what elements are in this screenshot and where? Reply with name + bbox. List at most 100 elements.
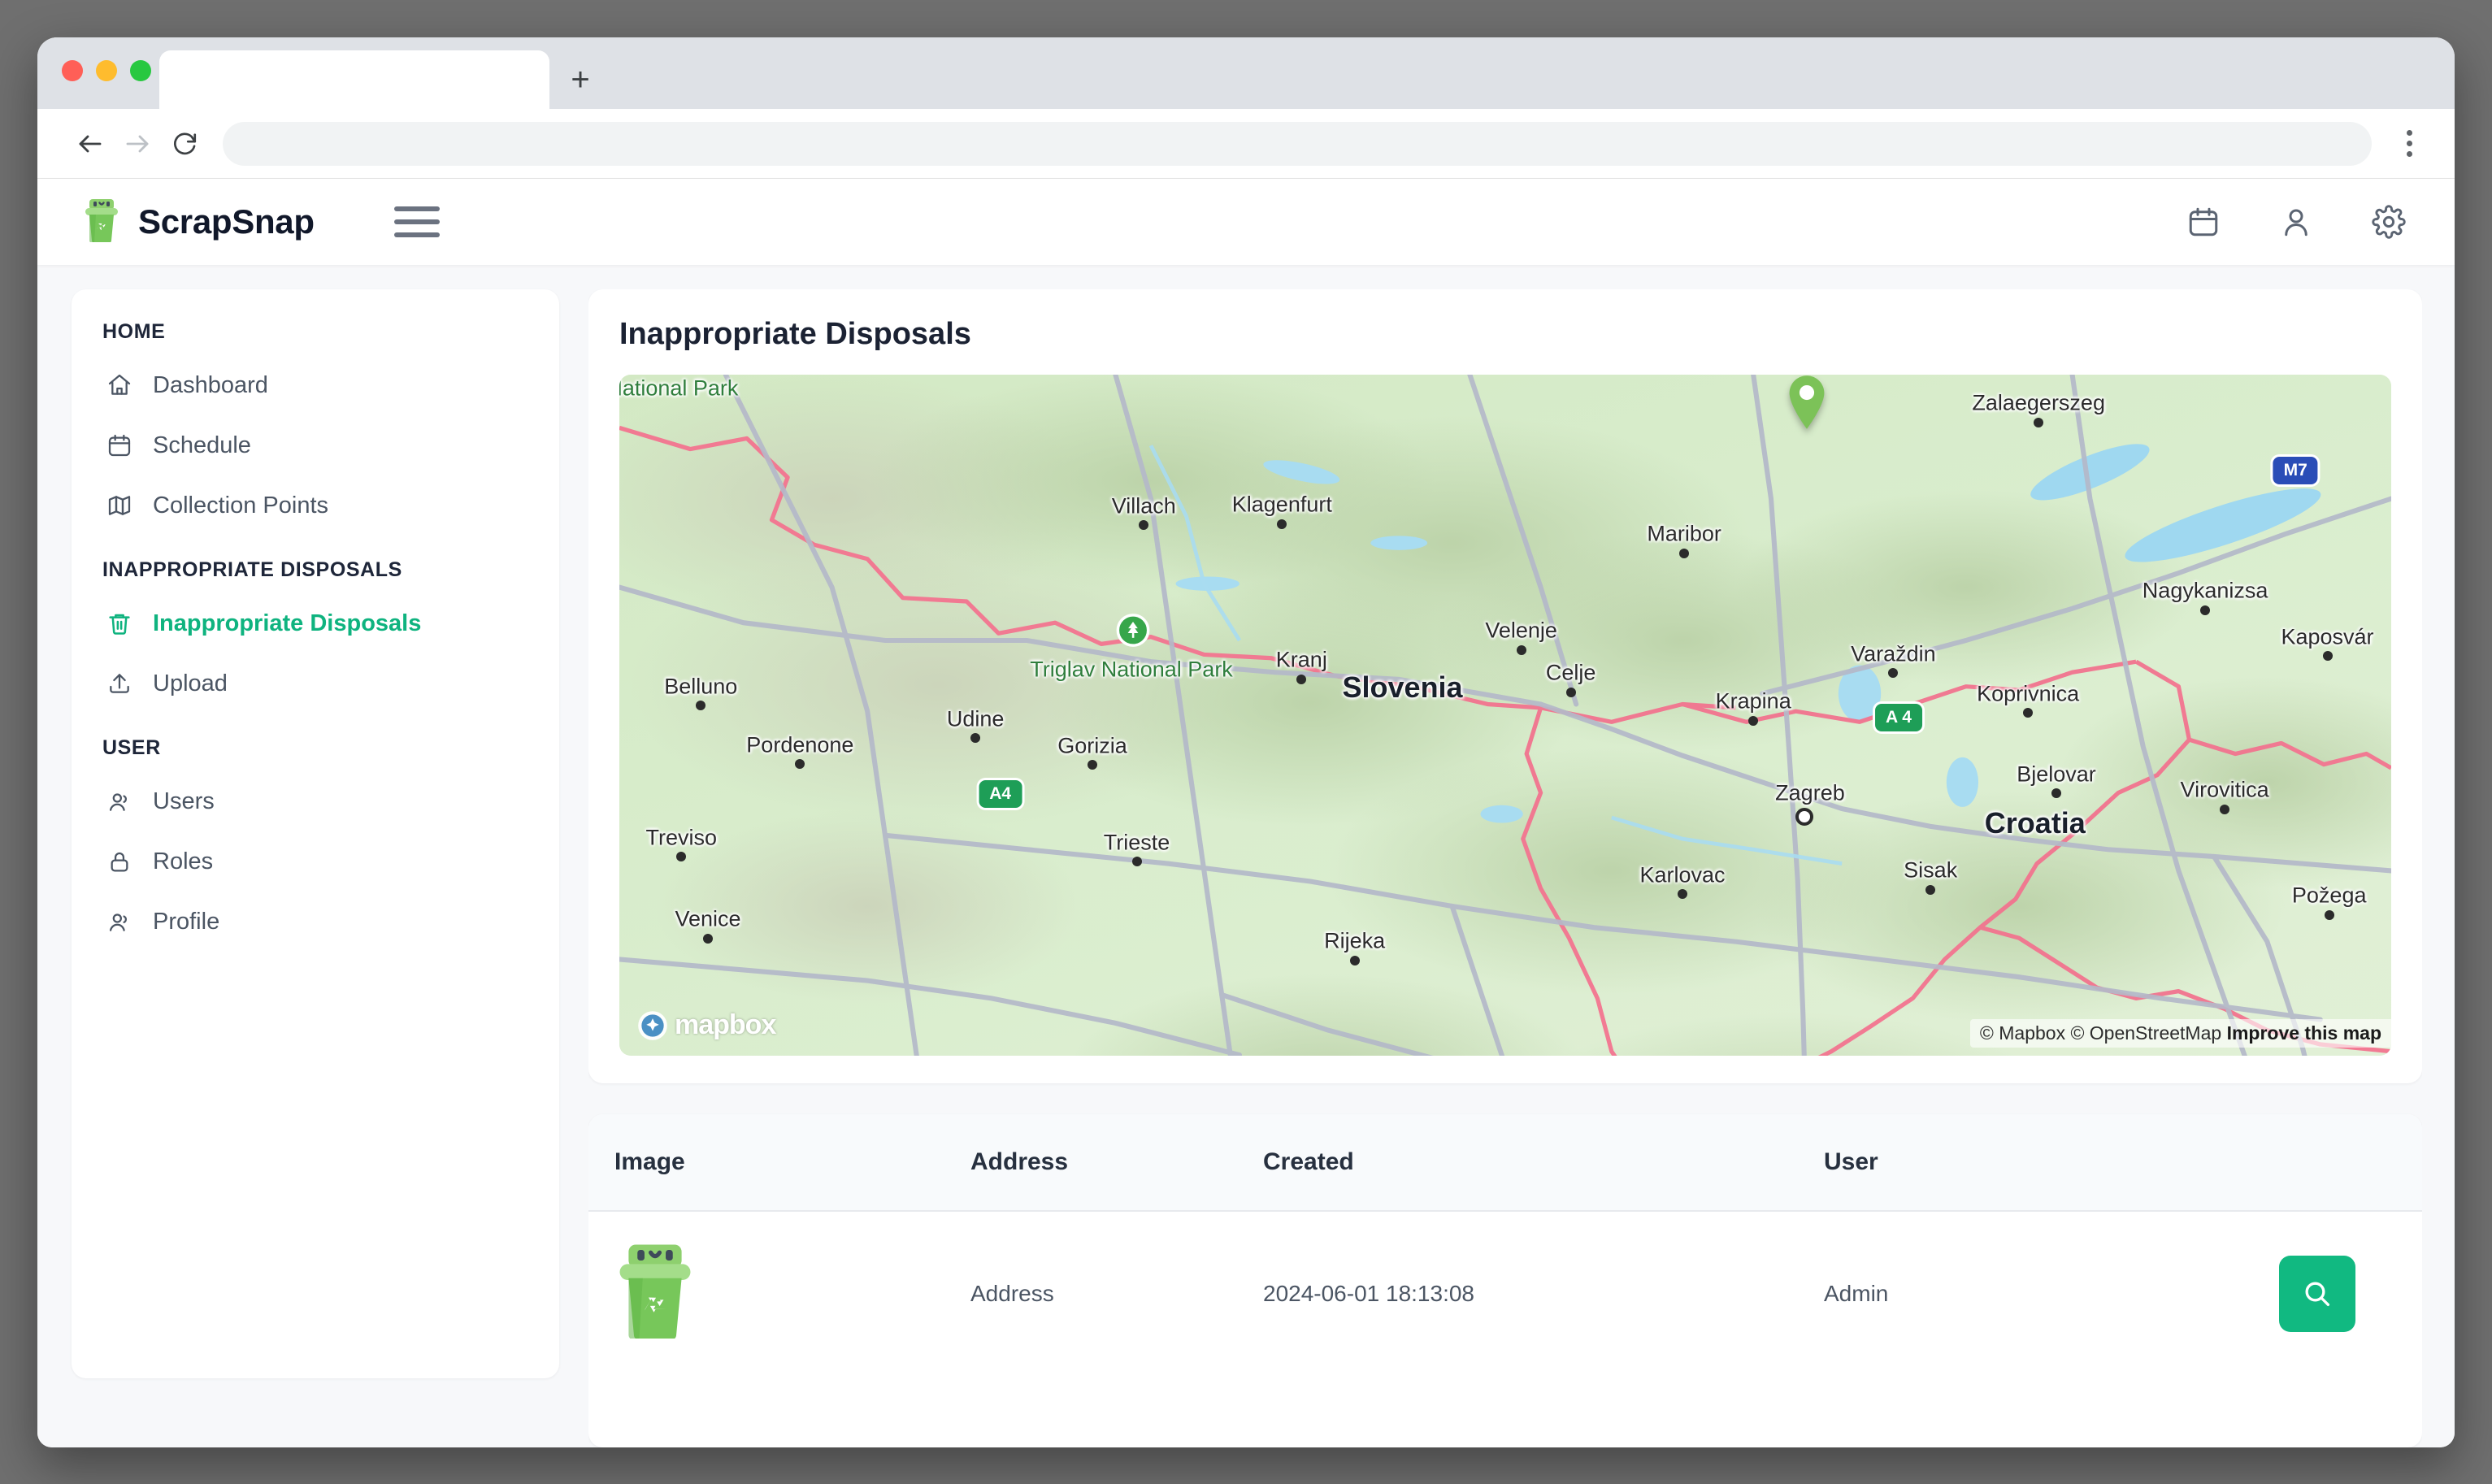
column-header-address[interactable]: Address: [970, 1114, 1263, 1212]
maximize-window-button[interactable]: [130, 60, 151, 81]
browser-tab[interactable]: [159, 50, 549, 109]
application-root: ScrapSnap HOME Dashboard Schedule Collec…: [37, 179, 2455, 1447]
city-dot: [1748, 715, 1759, 726]
city-dot: [1277, 519, 1287, 529]
user-icon[interactable]: [2279, 205, 2313, 239]
city-dot: [1925, 884, 1936, 895]
column-header-image[interactable]: Image: [588, 1114, 970, 1212]
sidebar-item-schedule[interactable]: Schedule: [72, 415, 559, 475]
table-header: Image Address Created User: [588, 1114, 2422, 1212]
home-icon: [106, 371, 133, 399]
cell-image: [588, 1211, 970, 1375]
page-title: Inappropriate Disposals: [619, 317, 971, 351]
city-dot: [1565, 687, 1576, 697]
map-icon: [106, 492, 133, 519]
sidebar-item-label: Collection Points: [153, 492, 328, 519]
column-header-actions: [2279, 1114, 2422, 1212]
sidebar-section-title: INAPPROPRIATE DISPOSALS: [102, 558, 402, 581]
sidebar-item-label: Roles: [153, 848, 214, 874]
profile-icon: [106, 908, 133, 935]
city-dot: [795, 759, 805, 770]
sidebar-item-users[interactable]: Users: [72, 771, 559, 831]
city-dot: [696, 701, 706, 711]
improve-this-map-link[interactable]: Improve this map: [2227, 1022, 2381, 1044]
close-window-button[interactable]: [62, 60, 83, 81]
recycle-bin-thumbnail: [614, 1244, 696, 1343]
map-card: Inappropriate Disposals National Park Vi…: [588, 289, 2422, 1083]
forward-arrow-icon[interactable]: [114, 120, 161, 167]
cell-actions: [2279, 1211, 2422, 1375]
mapbox-logo[interactable]: mapbox: [637, 1009, 776, 1041]
new-tab-button[interactable]: +: [549, 50, 611, 109]
sidebar-item-label: Dashboard: [153, 371, 268, 398]
city-dot: [1131, 857, 1142, 867]
map-viewport[interactable]: National Park Villach Klagenfurt Zalaegersz…: [619, 375, 2391, 1056]
disposals-table: Image Address Created User Address 2024-…: [588, 1114, 2422, 1375]
table-body: Address 2024-06-01 18:13:08 Admin: [588, 1211, 2422, 1375]
app-body: HOME Dashboard Schedule Collection Point…: [37, 265, 2455, 1447]
city-dot: [676, 852, 687, 862]
mapbox-wordmark: mapbox: [675, 1009, 776, 1040]
city-dot: [2200, 605, 2211, 615]
users-icon: [106, 788, 133, 815]
city-dot: [2051, 788, 2061, 799]
sidebar-item-label: Upload: [153, 670, 228, 696]
city-dot: [1139, 520, 1149, 531]
highway-shield: A4: [979, 780, 1022, 809]
column-header-user[interactable]: User: [1824, 1114, 2279, 1212]
city-dot: [2220, 804, 2230, 814]
kebab-dot: [2406, 141, 2412, 146]
sidebar-section-title: HOME: [102, 320, 166, 343]
sidebar-item-label: Profile: [153, 908, 220, 935]
table-row[interactable]: Address 2024-06-01 18:13:08 Admin: [588, 1211, 2422, 1375]
sidebar-section-home: HOME Dashboard Schedule Collection Point…: [72, 320, 559, 536]
trash-icon: [106, 610, 133, 637]
sidebar-section-user: USER Users Roles Profile: [72, 736, 559, 952]
city-dot: [1888, 668, 1899, 679]
table-header-row: Image Address Created User: [588, 1114, 2422, 1212]
sidebar: HOME Dashboard Schedule Collection Point…: [72, 289, 559, 1378]
city-dot: [970, 733, 981, 744]
city-dot: [1088, 760, 1098, 770]
hamburger-menu-icon[interactable]: [393, 199, 440, 245]
hamburger-bar: [393, 232, 440, 237]
settings-gear-icon[interactable]: [2372, 205, 2406, 239]
city-dot: [703, 933, 713, 944]
upload-icon: [106, 670, 133, 697]
city-dot: [1678, 889, 1687, 900]
reload-icon[interactable]: [161, 120, 208, 167]
sidebar-item-collection-points[interactable]: Collection Points: [72, 475, 559, 536]
city-dot: [2034, 417, 2044, 427]
browser-tab-strip: +: [37, 37, 2455, 109]
view-details-search-button[interactable]: [2279, 1255, 2355, 1332]
browser-toolbar: [37, 109, 2455, 179]
city-dot: [2324, 909, 2334, 920]
sidebar-item-roles[interactable]: Roles: [72, 831, 559, 892]
capital-city-dot: [1795, 807, 1814, 826]
sidebar-item-profile[interactable]: Profile: [72, 892, 559, 952]
cell-user: Admin: [1824, 1280, 1889, 1306]
sidebar-item-dashboard[interactable]: Dashboard: [72, 355, 559, 415]
kebab-menu-icon[interactable]: [2391, 120, 2427, 167]
sidebar-item-upload[interactable]: Upload: [72, 653, 559, 714]
brand[interactable]: ScrapSnap: [83, 198, 315, 246]
kebab-dot: [2406, 130, 2412, 136]
sidebar-item-label: Users: [153, 788, 215, 814]
address-bar[interactable]: [223, 121, 2372, 166]
column-header-created[interactable]: Created: [1263, 1114, 1824, 1212]
map-pin-marker[interactable]: [1786, 375, 1828, 434]
city-dot: [1679, 548, 1690, 558]
hamburger-bar: [393, 206, 440, 211]
minimize-window-button[interactable]: [96, 60, 117, 81]
desktop-background: + ScrapSnap HOME Dashboard Schedule Coll…: [0, 0, 2492, 1484]
sidebar-section-inappropriate-disposals: INAPPROPRIATE DISPOSALS Inappropriate Di…: [72, 558, 559, 714]
recycle-bin-logo: [83, 198, 120, 246]
sidebar-item-inappropriate-disposals[interactable]: Inappropriate Disposals: [72, 593, 559, 653]
window-traffic-lights: [62, 60, 151, 81]
plus-icon: +: [571, 62, 590, 98]
calendar-icon[interactable]: [2186, 205, 2221, 239]
app-header: ScrapSnap: [37, 179, 2455, 265]
attribution-copyright: © Mapbox © OpenStreetMap: [1979, 1022, 2222, 1044]
city-dot: [1516, 644, 1526, 655]
back-arrow-icon[interactable]: [67, 120, 114, 167]
